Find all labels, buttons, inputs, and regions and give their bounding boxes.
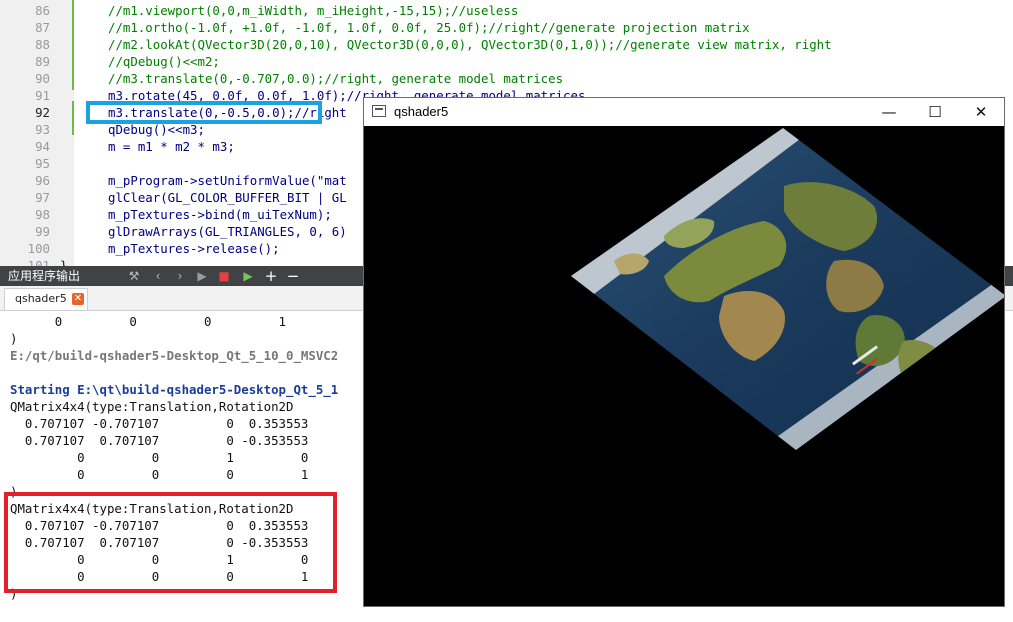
code-text: m = m1 * m2 * m3; [108, 139, 235, 154]
code-text: //m3.translate(0,-0.707,0.0);//right, ge… [108, 71, 564, 86]
output-pane-title: 应用程序输出 [8, 269, 81, 283]
output-line: 0.707107 -0.707107 0 0.353553 [10, 416, 309, 431]
tab-label: qshader5 [15, 292, 67, 305]
line-number: 86 [35, 3, 50, 18]
code-text: glDrawArrays(GL_TRIANGLES, 0, 6) [108, 224, 347, 239]
code-line[interactable]: 89 //qDebug()<<m2; [0, 53, 1013, 70]
qshader5-window[interactable]: qshader5 — ☐ ✕ [363, 97, 1005, 607]
code-text: //m1.viewport(0,0,m_iWidth, m_iHeight,-1… [108, 3, 519, 18]
line-number: 101 [27, 258, 50, 266]
window-title: qshader5 [394, 104, 449, 119]
code-line[interactable]: 88 //m2.lookAt(QVector3D(20,0,10), QVecto… [0, 36, 1013, 53]
output-line: 0.707107 0.707107 0 -0.353553 [10, 433, 309, 448]
line-number: 98 [35, 207, 50, 222]
code-text: //m2.lookAt(QVector3D(20,0,10), QVector3… [108, 37, 832, 52]
run-icon[interactable]: ▶ [194, 266, 210, 286]
rotated-world-map-quad [571, 128, 1004, 450]
code-line[interactable]: 87 //m1.ortho(-1.0f, +1.0f, -1.0f, 1.0f, … [0, 19, 1013, 36]
code-text: m_pProgram->setUniformValue("mat [108, 173, 347, 188]
code-text: //m1.ortho(-1.0f, +1.0f, -1.0f, 1.0f, 0.… [108, 20, 750, 35]
line-number: 97 [35, 190, 50, 205]
stop-icon[interactable]: ■ [216, 266, 232, 286]
output-line: 0 0 0 1 [10, 314, 287, 329]
window-title-bar[interactable]: qshader5 — ☐ ✕ [364, 98, 1004, 126]
line-number: 94 [35, 139, 50, 154]
line-number: 89 [35, 54, 50, 69]
code-text: } [60, 258, 68, 266]
output-line: 0 0 1 0 [10, 450, 309, 465]
output-line: ) [10, 331, 18, 346]
line-number: 100 [27, 241, 50, 256]
highlight-box-matrix-output [4, 492, 337, 593]
prev-icon[interactable]: ‹ [150, 266, 166, 286]
code-line[interactable]: 90 //m3.translate(0,-0.707,0.0);//right, … [0, 70, 1013, 87]
build-icon[interactable]: ⚒ [126, 266, 142, 286]
highlight-box-translate-line [86, 101, 322, 124]
tab-qshader5[interactable]: qshader5 ✕ [4, 288, 88, 310]
minimize-button[interactable]: — [866, 98, 912, 126]
code-text: //qDebug()<<m2; [108, 54, 220, 69]
zoom-out-icon[interactable]: − [285, 266, 301, 286]
line-number: 96 [35, 173, 50, 188]
line-number: 91 [35, 88, 50, 103]
line-number: 87 [35, 20, 50, 35]
output-line: 0 0 0 1 [10, 467, 309, 482]
maximize-button[interactable]: ☐ [912, 98, 958, 126]
attach-icon[interactable]: ▶ [240, 266, 256, 286]
line-number: 93 [35, 122, 50, 137]
code-text: m_pTextures->bind(m_uiTexNum); [108, 207, 332, 222]
opengl-render-area[interactable] [364, 126, 1004, 606]
line-number: 88 [35, 37, 50, 52]
code-line[interactable]: 86 //m1.viewport(0,0,m_iWidth, m_iHeight,… [0, 2, 1013, 19]
line-number: 99 [35, 224, 50, 239]
app-window-icon [372, 105, 386, 117]
next-icon[interactable]: › [172, 266, 188, 286]
line-number: 95 [35, 156, 50, 171]
output-line: Starting E:\qt\build-qshader5-Desktop_Qt… [10, 382, 339, 397]
code-text: glClear(GL_COLOR_BUFFER_BIT | GL [108, 190, 347, 205]
code-text: m_pTextures->release(); [108, 241, 280, 256]
close-icon[interactable]: ✕ [72, 293, 84, 305]
zoom-in-icon[interactable]: + [263, 266, 279, 286]
texture-quad [571, 128, 1004, 450]
line-number: 92 [35, 105, 50, 120]
line-number: 90 [35, 71, 50, 86]
output-line: E:/qt/build-qshader5-Desktop_Qt_5_10_0_M… [10, 348, 339, 363]
output-line: QMatrix4x4(type:Translation,Rotation2D [10, 399, 294, 414]
close-button[interactable]: ✕ [958, 98, 1004, 126]
